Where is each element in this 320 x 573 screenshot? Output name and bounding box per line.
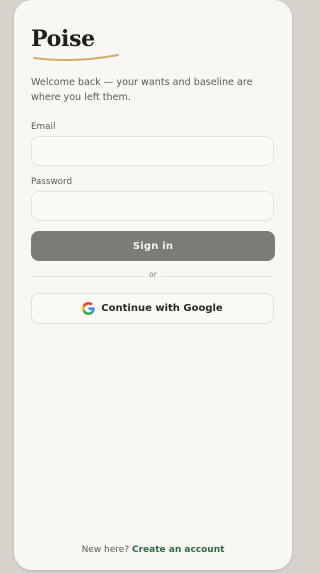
sign-in-button[interactable]: Sign in <box>31 231 275 261</box>
password-label: Password <box>31 177 73 187</box>
sign-in-card: Poise Welcome back — your wants and base… <box>14 0 292 570</box>
google-g-icon <box>82 302 96 315</box>
welcome-message: Welcome back — your wants and baseline a… <box>31 77 253 103</box>
logo-underline-swoosh <box>33 54 119 61</box>
email-field[interactable] <box>31 136 274 166</box>
footer-prompt: New here? <box>81 545 130 555</box>
app-logo: Poise <box>31 26 95 52</box>
create-account-link[interactable]: Create an account <box>132 545 224 555</box>
divider-or-text: or <box>145 270 161 279</box>
google-button-label: Continue with Google <box>101 303 223 314</box>
email-label: Email <box>31 122 56 132</box>
password-field[interactable] <box>31 191 274 221</box>
continue-with-google-button[interactable]: Continue with Google <box>31 293 274 324</box>
footer-signup: New here? Create an account <box>14 545 292 555</box>
